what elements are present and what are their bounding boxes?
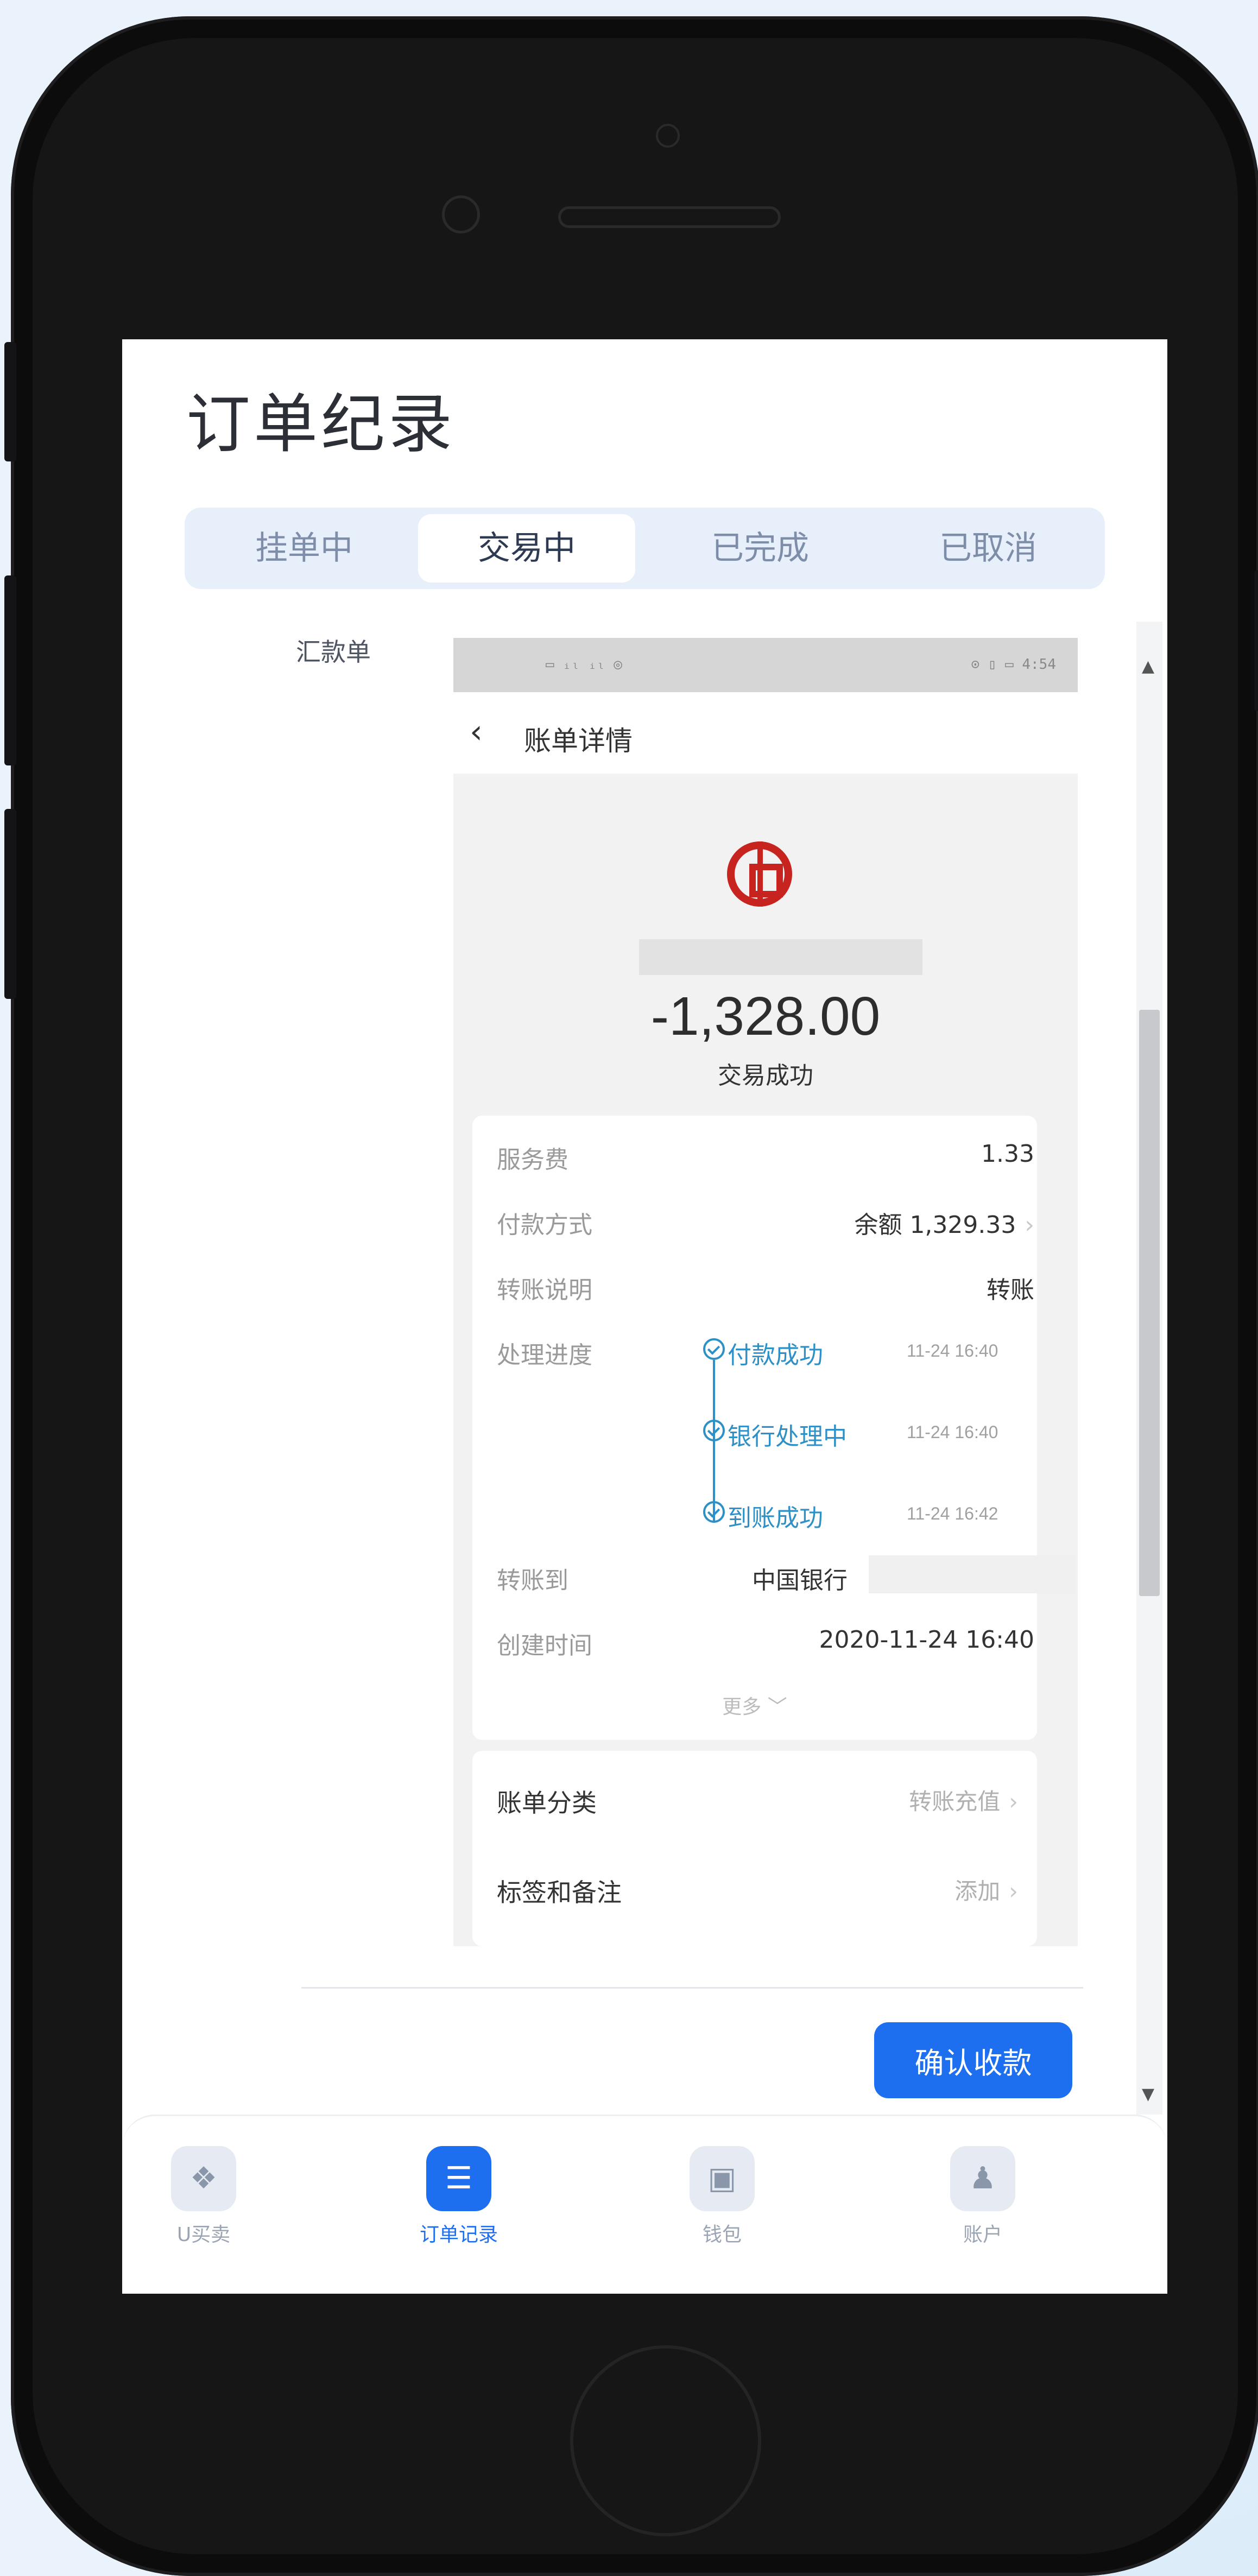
redacted-name xyxy=(639,939,922,975)
receipt-signal-icons: ▭ ᵢₗ ᵢₗ ◎ xyxy=(546,656,622,673)
camera-icon xyxy=(656,124,680,148)
row-key: 服务费 xyxy=(497,1146,568,1174)
diamond-icon: ❖ xyxy=(171,2146,236,2211)
receipt-image: ▭ ᵢₗ ᵢₗ ◎ ⊙ ▯ ▭ 4:54 ‹ 账单详情 -1,328.00 交易… xyxy=(453,638,1078,1946)
step-name: 到账成功 xyxy=(728,1504,823,1532)
row-key: 转账说明 xyxy=(497,1276,592,1304)
tab-trading[interactable]: 交易中 xyxy=(418,514,635,583)
sensor-icon xyxy=(442,195,480,233)
receipt-extra-card: 账单分类 转账充值 › 标签和备注 添加 › xyxy=(472,1751,1037,1946)
step-time: 11-24 16:40 xyxy=(907,1341,998,1360)
check-circle-icon xyxy=(703,1501,725,1523)
receipt-row: 创建时间 2020-11-24 16:40 xyxy=(497,1626,1034,1661)
row-value: 转账 xyxy=(987,1276,1034,1304)
nav-item-account[interactable]: ♟ 账户 xyxy=(915,2146,1051,2247)
nav-item-wallet[interactable]: ▣ 钱包 xyxy=(654,2146,790,2247)
scroll-up-icon[interactable]: ▲ xyxy=(1142,657,1154,676)
confirm-receipt-button[interactable]: 确认收款 xyxy=(874,2022,1072,2098)
receipt-title: 账单详情 xyxy=(524,725,633,757)
volume-down-button xyxy=(4,809,16,999)
row-value: 1.33 xyxy=(981,1140,1034,1168)
divider xyxy=(301,1987,1083,1989)
step-name: 银行处理中 xyxy=(728,1423,847,1451)
receipt-row: 付款方式 余额 1,329.33 › xyxy=(497,1205,1034,1240)
tab-completed[interactable]: 已完成 xyxy=(652,514,869,583)
row-key: 创建时间 xyxy=(497,1632,592,1660)
row-value: 中国银行 xyxy=(752,1567,848,1594)
tab-pending[interactable]: 挂单中 xyxy=(195,514,413,583)
progress-line xyxy=(713,1360,715,1523)
receipt-row: 账单分类 转账充值 › xyxy=(497,1783,1018,1819)
chevron-right-icon: › xyxy=(1009,1788,1018,1815)
receipt-row: 转账到 中国银行 xyxy=(497,1561,1034,1596)
receipt-nav: ‹ 账单详情 xyxy=(453,692,1078,774)
receipt-row: 标签和备注 添加 › xyxy=(497,1873,1018,1909)
row-value: 添加 › xyxy=(954,1878,1018,1904)
step-name: 付款成功 xyxy=(728,1341,823,1369)
nav-label: U买卖 xyxy=(176,2224,231,2246)
mute-switch xyxy=(4,342,16,461)
scroll-down-icon[interactable]: ▼ xyxy=(1142,2085,1154,2104)
row-value: 2020-11-24 16:40 xyxy=(819,1626,1035,1654)
chevron-right-icon: › xyxy=(1009,1878,1018,1904)
speaker-grille xyxy=(558,206,781,228)
phone-frame: 订单纪录 挂单中 交易中 已完成 已取消 汇款单 ▲ ▼ ▭ ᵢₗ ᵢₗ ◎ ⊙… xyxy=(4,16,1258,2576)
row-key: 账单分类 xyxy=(497,1788,597,1818)
receipt-amount-status: 交易成功 xyxy=(718,1062,813,1090)
list-icon: ☰ xyxy=(426,2146,491,2211)
nav-item-orders[interactable]: ☰ 订单记录 xyxy=(391,2146,527,2247)
scrollbar-thumb[interactable] xyxy=(1139,1010,1160,1596)
power-button xyxy=(1254,570,1258,711)
remittance-label: 汇款单 xyxy=(296,637,371,667)
row-key: 处理进度 xyxy=(497,1341,592,1369)
home-button xyxy=(570,2345,761,2536)
user-icon: ♟ xyxy=(950,2146,1015,2211)
receipt-detail-card: 服务费 1.33 付款方式 余额 1,329.33 › 转账说明 转账 处理进度 … xyxy=(472,1116,1075,1740)
step-time: 11-24 16:42 xyxy=(907,1504,998,1523)
page-title: 订单纪录 xyxy=(186,387,456,461)
nav-label: 账户 xyxy=(963,2224,1002,2246)
chevron-right-icon: › xyxy=(1025,1211,1034,1239)
row-value: 转账充值 › xyxy=(909,1788,1018,1815)
more-link: 更多 ﹀ xyxy=(722,1696,787,1718)
back-icon: ‹ xyxy=(470,713,483,751)
check-circle-icon xyxy=(703,1420,725,1441)
nav-label: 钱包 xyxy=(702,2224,742,2246)
nav-item-trade[interactable]: ❖ U买卖 xyxy=(136,2146,271,2247)
row-key: 转账到 xyxy=(497,1567,568,1594)
app-screen: 订单纪录 挂单中 交易中 已完成 已取消 汇款单 ▲ ▼ ▭ ᵢₗ ᵢₗ ◎ ⊙… xyxy=(122,339,1167,2294)
check-circle-icon xyxy=(703,1338,725,1360)
status-tabs: 挂单中 交易中 已完成 已取消 xyxy=(185,508,1105,589)
tab-cancelled[interactable]: 已取消 xyxy=(880,514,1097,583)
receipt-row: 转账说明 转账 xyxy=(497,1270,1034,1305)
row-key: 标签和备注 xyxy=(497,1878,622,1907)
volume-up-button xyxy=(4,575,16,765)
row-value: 余额 1,329.33 › xyxy=(854,1211,1034,1239)
bank-logo-icon xyxy=(727,841,792,907)
wallet-icon: ▣ xyxy=(690,2146,755,2211)
step-time: 11-24 16:40 xyxy=(907,1422,998,1442)
receipt-amount: -1,328.00 xyxy=(650,986,881,1047)
receipt-status-time: ⊙ ▯ ▭ 4:54 xyxy=(971,656,1056,673)
nav-label: 订单记录 xyxy=(419,2224,498,2246)
receipt-row: 服务费 1.33 xyxy=(497,1140,1034,1175)
bottom-nav: ❖ U买卖 ☰ 订单记录 ▣ 钱包 ♟ 账户 xyxy=(122,2115,1167,2294)
receipt-status-bar: ▭ ᵢₗ ᵢₗ ◎ ⊙ ▯ ▭ 4:54 xyxy=(453,638,1078,692)
row-key: 付款方式 xyxy=(497,1211,592,1239)
